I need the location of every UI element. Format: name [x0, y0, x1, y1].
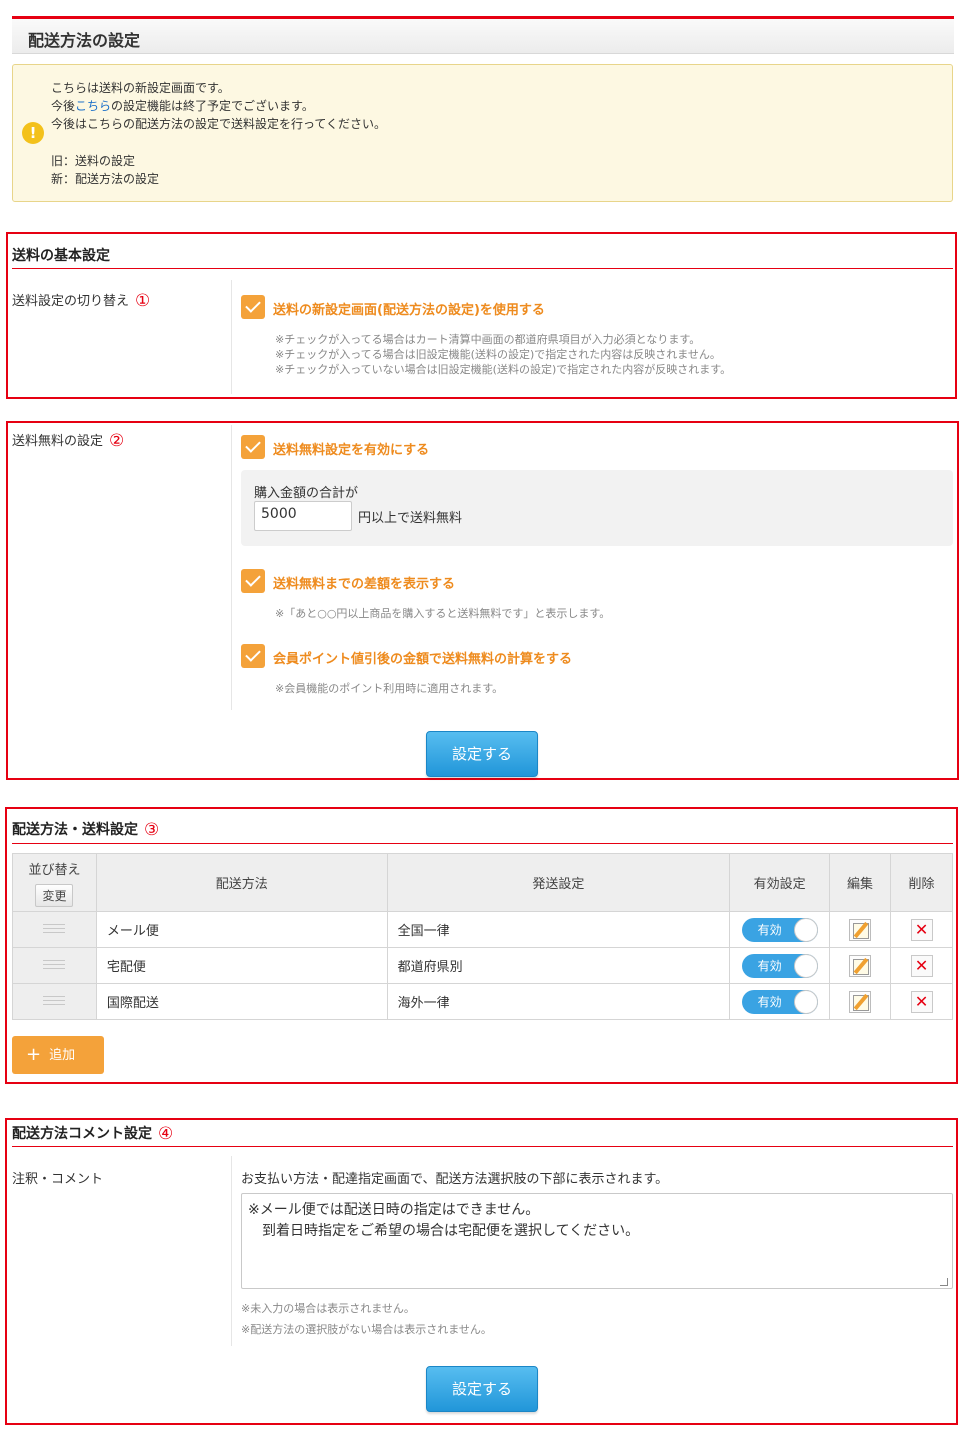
table-row: 国際配送 海外一律 有効 ✕ — [12, 983, 953, 1020]
comment-textarea[interactable]: ※メール便では配送日時の指定はできません。 到着日時指定をご希望の場合は宅配便を… — [241, 1193, 953, 1289]
show-difference-checkbox[interactable] — [241, 569, 265, 593]
basic-note: ※チェックが入っていない場合は旧設定機能(送料の設定)で指定された内容が反映され… — [275, 363, 732, 376]
notice-old: 旧：送料の設定 — [51, 154, 136, 168]
delivery-methods-table: 並び替え 変更 配送方法 発送設定 有効設定 編集 削除 メール便 全国一律 有… — [12, 853, 953, 1020]
column-header-sort: 並び替え 変更 — [12, 853, 97, 912]
amount-caption: 購入金額の合計が — [254, 486, 359, 501]
enabled-toggle[interactable]: 有効 — [741, 953, 818, 978]
new-settings-checkbox[interactable] — [241, 295, 265, 319]
shipping-setting: 全国一律 — [386, 911, 731, 948]
free-shipping-label: 送料無料の設定 ② — [12, 431, 125, 451]
delete-icon[interactable]: ✕ — [910, 918, 933, 941]
notice-line: 今後こちらの設定機能は終了予定でございます。 — [51, 99, 314, 113]
amount-suffix: 円以上で送料無料 — [358, 511, 463, 526]
warning-icon: ! — [22, 122, 44, 144]
enabled-toggle[interactable]: 有効 — [741, 989, 818, 1014]
drag-handle[interactable] — [12, 947, 97, 984]
switch-label: 送料設定の切り替え ① — [12, 291, 151, 311]
free-threshold-input[interactable]: 5000 — [254, 501, 352, 531]
edit-icon[interactable] — [849, 954, 872, 977]
page-title: 配送方法の設定 — [12, 16, 954, 54]
notice-line: こちらは送料の新設定画面です。 — [51, 81, 230, 95]
notice-new: 新：配送方法の設定 — [51, 172, 160, 186]
edit-icon[interactable] — [849, 918, 872, 941]
drag-handle[interactable] — [12, 911, 97, 948]
sort-change-button[interactable]: 変更 — [35, 883, 74, 907]
comment-submit-button[interactable]: 設定する — [426, 1366, 538, 1412]
point-calc-checkbox[interactable] — [241, 644, 265, 668]
drag-handle[interactable] — [12, 983, 97, 1020]
comment-note: ※未入力の場合は表示されません。 — [241, 1302, 415, 1315]
column-header-edit: 編集 — [829, 853, 892, 912]
point-note: ※会員機能のポイント利用時に適用されます。 — [275, 682, 504, 695]
resize-handle-icon[interactable] — [940, 1278, 948, 1286]
table-row: メール便 全国一律 有効 ✕ — [12, 911, 953, 948]
difference-note: ※「あと○○円以上商品を購入すると送料無料です」と表示します。 — [275, 607, 611, 620]
notice-line: 今後はこちらの配送方法の設定で送料設定を行ってください。 — [51, 117, 387, 131]
plus-icon: + — [26, 1044, 42, 1065]
enabled-toggle[interactable]: 有効 — [741, 917, 818, 942]
comment-description: お支払い方法・配達指定画面で、配送方法選択肢の下部に表示されます。 — [241, 1172, 669, 1187]
method-name: 宅配便 — [95, 947, 388, 984]
column-header-shipping: 発送設定 — [386, 853, 731, 912]
new-settings-checkbox-label[interactable]: 送料の新設定画面(配送方法の設定)を使用する — [273, 299, 545, 318]
column-header-method: 配送方法 — [95, 853, 388, 912]
old-settings-link[interactable]: こちら — [75, 99, 111, 113]
point-calc-label[interactable]: 会員ポイント値引後の金額で送料無料の計算をする — [273, 648, 572, 667]
drag-handle-icon — [43, 960, 66, 969]
comment-title: 配送方法コメント設定 ④ — [12, 1124, 174, 1144]
method-name: 国際配送 — [95, 983, 388, 1020]
delivery-methods-title: 配送方法・送料設定 ③ — [12, 820, 160, 840]
column-header-delete: 削除 — [890, 853, 953, 912]
shipping-setting: 海外一律 — [386, 983, 731, 1020]
table-row: 宅配便 都道府県別 有効 ✕ — [12, 947, 953, 984]
basic-note: ※チェックが入ってる場合はカート清算中画面の都道府県項目が入力必須となります。 — [275, 333, 701, 346]
delete-icon[interactable]: ✕ — [910, 990, 933, 1013]
add-method-button[interactable]: + 追加 — [12, 1036, 104, 1074]
show-difference-label[interactable]: 送料無料までの差額を表示する — [273, 573, 455, 592]
free-shipping-submit-button[interactable]: 設定する — [426, 731, 538, 777]
method-name: メール便 — [95, 911, 388, 948]
enable-free-shipping-checkbox[interactable] — [241, 435, 265, 459]
column-header-enabled: 有効設定 — [729, 853, 831, 912]
basic-settings-title: 送料の基本設定 — [12, 248, 110, 264]
delete-icon[interactable]: ✕ — [910, 954, 933, 977]
drag-handle-icon — [43, 924, 66, 933]
comment-note: ※配送方法の選択肢がない場合は表示されません。 — [241, 1323, 492, 1336]
basic-note: ※チェックが入ってる場合は旧設定機能(送料の設定)で指定された内容は反映されませ… — [275, 348, 721, 361]
shipping-setting: 都道府県別 — [386, 947, 731, 984]
drag-handle-icon — [43, 996, 66, 1005]
enable-free-shipping-label[interactable]: 送料無料設定を有効にする — [273, 439, 429, 458]
edit-icon[interactable] — [849, 990, 872, 1013]
info-notice: ! こちらは送料の新設定画面です。 今後こちらの設定機能は終了予定でございます。… — [12, 64, 953, 202]
comment-label: 注釈・コメント — [12, 1172, 104, 1187]
